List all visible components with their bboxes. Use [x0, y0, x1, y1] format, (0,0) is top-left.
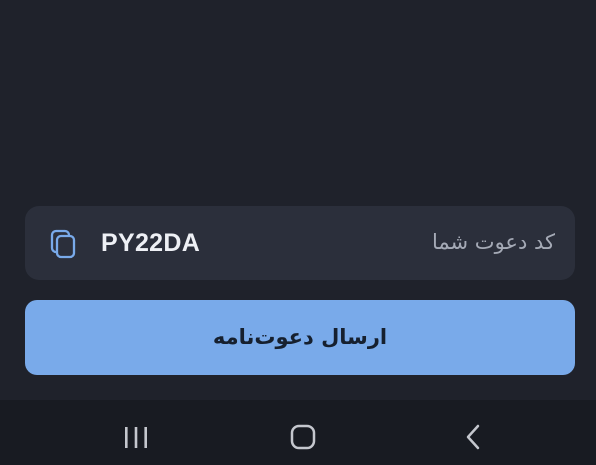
- invite-code-card: PY22DA کد دعوت شما: [25, 206, 575, 280]
- recents-button[interactable]: [116, 418, 156, 456]
- invite-code-label: کد دعوت شما: [431, 230, 555, 254]
- back-icon: [466, 424, 480, 450]
- back-button[interactable]: [453, 418, 493, 456]
- app-screen: PY22DA کد دعوت شما ارسال دعوت‌نامه: [0, 0, 596, 400]
- copy-icon: [50, 229, 76, 259]
- home-button[interactable]: [283, 418, 323, 456]
- copy-code-button[interactable]: [47, 228, 79, 260]
- invite-code-value[interactable]: PY22DA: [101, 206, 200, 280]
- home-icon: [290, 424, 316, 450]
- recents-icon: [125, 427, 147, 448]
- system-navigation-bar: [0, 400, 596, 465]
- send-invite-button[interactable]: ارسال دعوت‌نامه: [25, 300, 575, 375]
